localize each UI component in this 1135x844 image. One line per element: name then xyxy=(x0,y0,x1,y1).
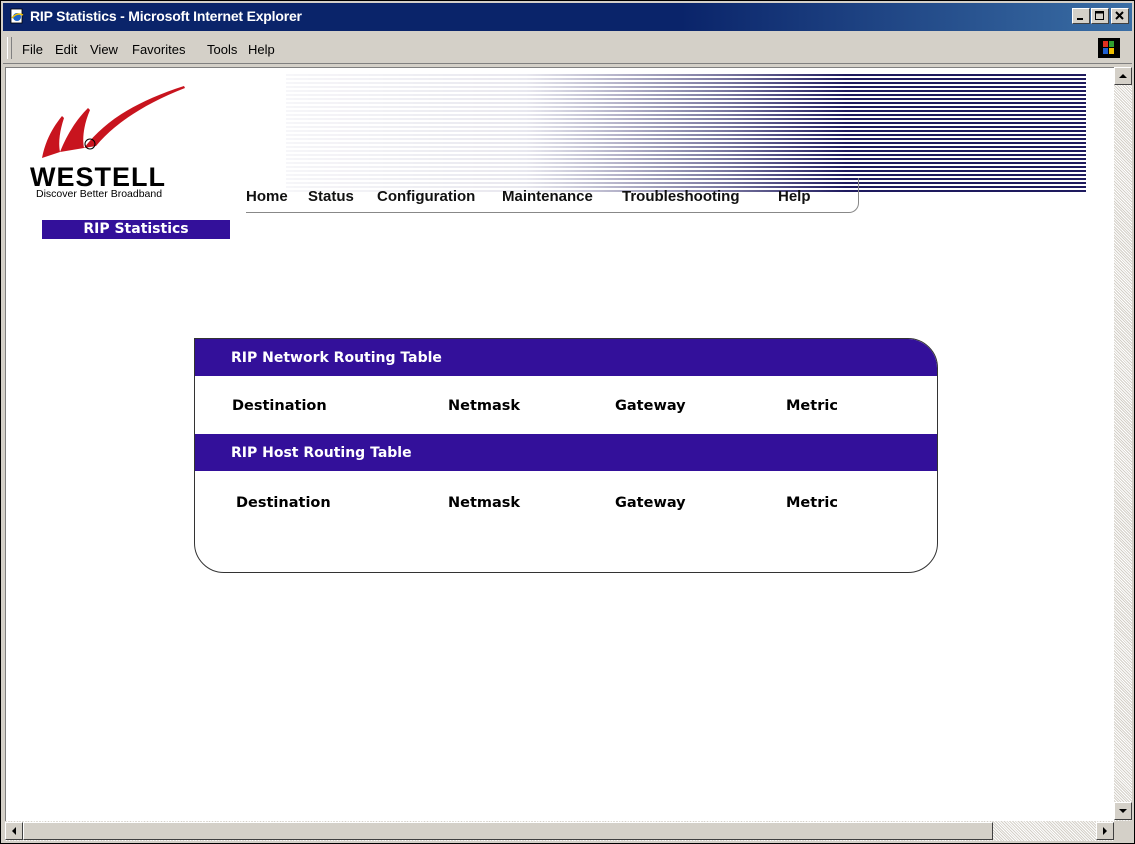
menu-edit[interactable]: Edit xyxy=(55,42,77,57)
host-col-destination: Destination xyxy=(236,495,331,511)
scroll-left-icon xyxy=(12,827,16,835)
nav-help[interactable]: Help xyxy=(778,188,811,205)
close-icon xyxy=(1115,11,1124,20)
window-controls xyxy=(1071,8,1129,26)
host-col-metric: Metric xyxy=(786,495,838,511)
westell-logo-icon xyxy=(34,82,194,167)
menu-bar: File Edit View Favorites Tools Help xyxy=(3,33,1132,64)
header-stripes xyxy=(286,74,1086,192)
scroll-right-icon xyxy=(1103,827,1107,835)
browser-window: RIP Statistics - Microsoft Internet Expl… xyxy=(0,0,1135,844)
scroll-down-icon xyxy=(1119,809,1127,813)
scroll-right-button[interactable] xyxy=(1096,822,1114,840)
network-col-gateway: Gateway xyxy=(615,398,686,414)
maximize-icon xyxy=(1095,11,1104,20)
horizontal-scroll-thumb[interactable] xyxy=(23,822,993,840)
close-button[interactable] xyxy=(1111,8,1129,24)
network-table-title: RIP Network Routing Table xyxy=(231,350,442,366)
scroll-down-button[interactable] xyxy=(1114,802,1132,820)
routing-tables-panel: RIP Network Routing Table Destination Ne… xyxy=(194,338,938,573)
toolbar-grip[interactable] xyxy=(7,37,12,59)
nav-troubleshooting[interactable]: Troubleshooting xyxy=(622,188,740,205)
network-col-netmask: Netmask xyxy=(448,398,521,414)
vertical-scrollbar[interactable] xyxy=(1114,67,1132,821)
nav-maintenance[interactable]: Maintenance xyxy=(502,188,593,205)
nav-home[interactable]: Home xyxy=(246,188,288,205)
main-nav: Home Status Configuration Maintenance Tr… xyxy=(246,178,859,213)
menu-favorites[interactable]: Favorites xyxy=(132,42,185,57)
nav-status[interactable]: Status xyxy=(308,188,354,205)
ie-page-icon xyxy=(9,8,25,24)
window-title: RIP Statistics - Microsoft Internet Expl… xyxy=(30,8,302,24)
menu-help[interactable]: Help xyxy=(248,42,275,57)
horizontal-scrollbar[interactable] xyxy=(5,821,1114,841)
host-table-title: RIP Host Routing Table xyxy=(231,445,412,461)
windows-logo-icon xyxy=(1098,38,1120,58)
title-bar: RIP Statistics - Microsoft Internet Expl… xyxy=(3,3,1132,31)
menu-tools[interactable]: Tools xyxy=(207,42,237,57)
scroll-up-button[interactable] xyxy=(1114,67,1132,85)
maximize-button[interactable] xyxy=(1091,8,1109,24)
network-table-header: RIP Network Routing Table xyxy=(195,339,937,376)
menu-view[interactable]: View xyxy=(90,42,118,57)
host-col-gateway: Gateway xyxy=(615,495,686,511)
scroll-left-button[interactable] xyxy=(5,822,23,840)
minimize-button[interactable] xyxy=(1072,8,1090,24)
network-col-destination: Destination xyxy=(232,398,327,414)
minimize-icon xyxy=(1077,18,1083,20)
host-table-header: RIP Host Routing Table xyxy=(195,434,937,471)
page-viewport: WESTELL Discover Better Broadband Home S… xyxy=(5,67,1115,821)
page-title: RIP Statistics xyxy=(42,220,230,239)
brand-tagline: Discover Better Broadband xyxy=(36,188,163,200)
scrollbar-corner xyxy=(1114,821,1132,841)
host-col-netmask: Netmask xyxy=(448,495,521,511)
scroll-up-icon xyxy=(1119,74,1127,78)
nav-configuration[interactable]: Configuration xyxy=(377,188,475,205)
network-col-metric: Metric xyxy=(786,398,838,414)
menu-file[interactable]: File xyxy=(22,42,43,57)
